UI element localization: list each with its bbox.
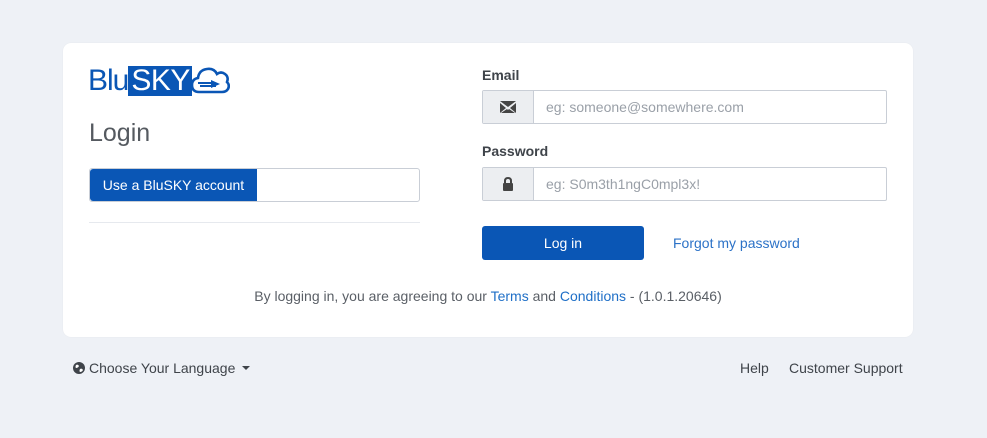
page-title: Login bbox=[89, 119, 151, 147]
terms-prefix-text: By logging in, you are agreeing to our bbox=[254, 288, 491, 304]
login-button[interactable]: Log in bbox=[482, 226, 644, 260]
caret-down-icon bbox=[242, 366, 251, 370]
language-label: Choose Your Language bbox=[89, 360, 236, 376]
password-field[interactable] bbox=[534, 168, 886, 200]
email-field[interactable] bbox=[534, 91, 886, 123]
conditions-link[interactable]: Conditions bbox=[560, 288, 626, 304]
email-input-group bbox=[482, 90, 887, 124]
terms-notice: By logging in, you are agreeing to our T… bbox=[63, 288, 913, 304]
forgot-password-link[interactable]: Forgot my password bbox=[673, 235, 800, 251]
terms-link[interactable]: Terms bbox=[491, 288, 529, 304]
logo-text-blu: Blu bbox=[88, 64, 129, 97]
login-card: Blu SKY Login Use a BluSKY account Email… bbox=[63, 43, 913, 337]
password-label: Password bbox=[482, 143, 549, 159]
globe-icon bbox=[73, 362, 85, 374]
divider bbox=[89, 222, 420, 223]
terms-and-text: and bbox=[528, 288, 560, 304]
lock-icon bbox=[483, 168, 534, 200]
password-input-group bbox=[482, 167, 887, 201]
help-link[interactable]: Help bbox=[740, 360, 769, 376]
customer-support-link[interactable]: Customer Support bbox=[789, 360, 903, 376]
email-label: Email bbox=[482, 67, 520, 83]
account-selector: Use a BluSKY account bbox=[89, 168, 420, 202]
cloud-logo-icon bbox=[190, 67, 230, 94]
use-blusky-account-button[interactable]: Use a BluSKY account bbox=[90, 169, 257, 201]
language-selector[interactable]: Choose Your Language bbox=[73, 360, 251, 376]
logo-text-sky: SKY bbox=[128, 66, 192, 96]
blusky-logo: Blu SKY bbox=[88, 63, 243, 99]
envelope-icon bbox=[483, 91, 534, 123]
version-text: - (1.0.1.20646) bbox=[626, 288, 722, 304]
